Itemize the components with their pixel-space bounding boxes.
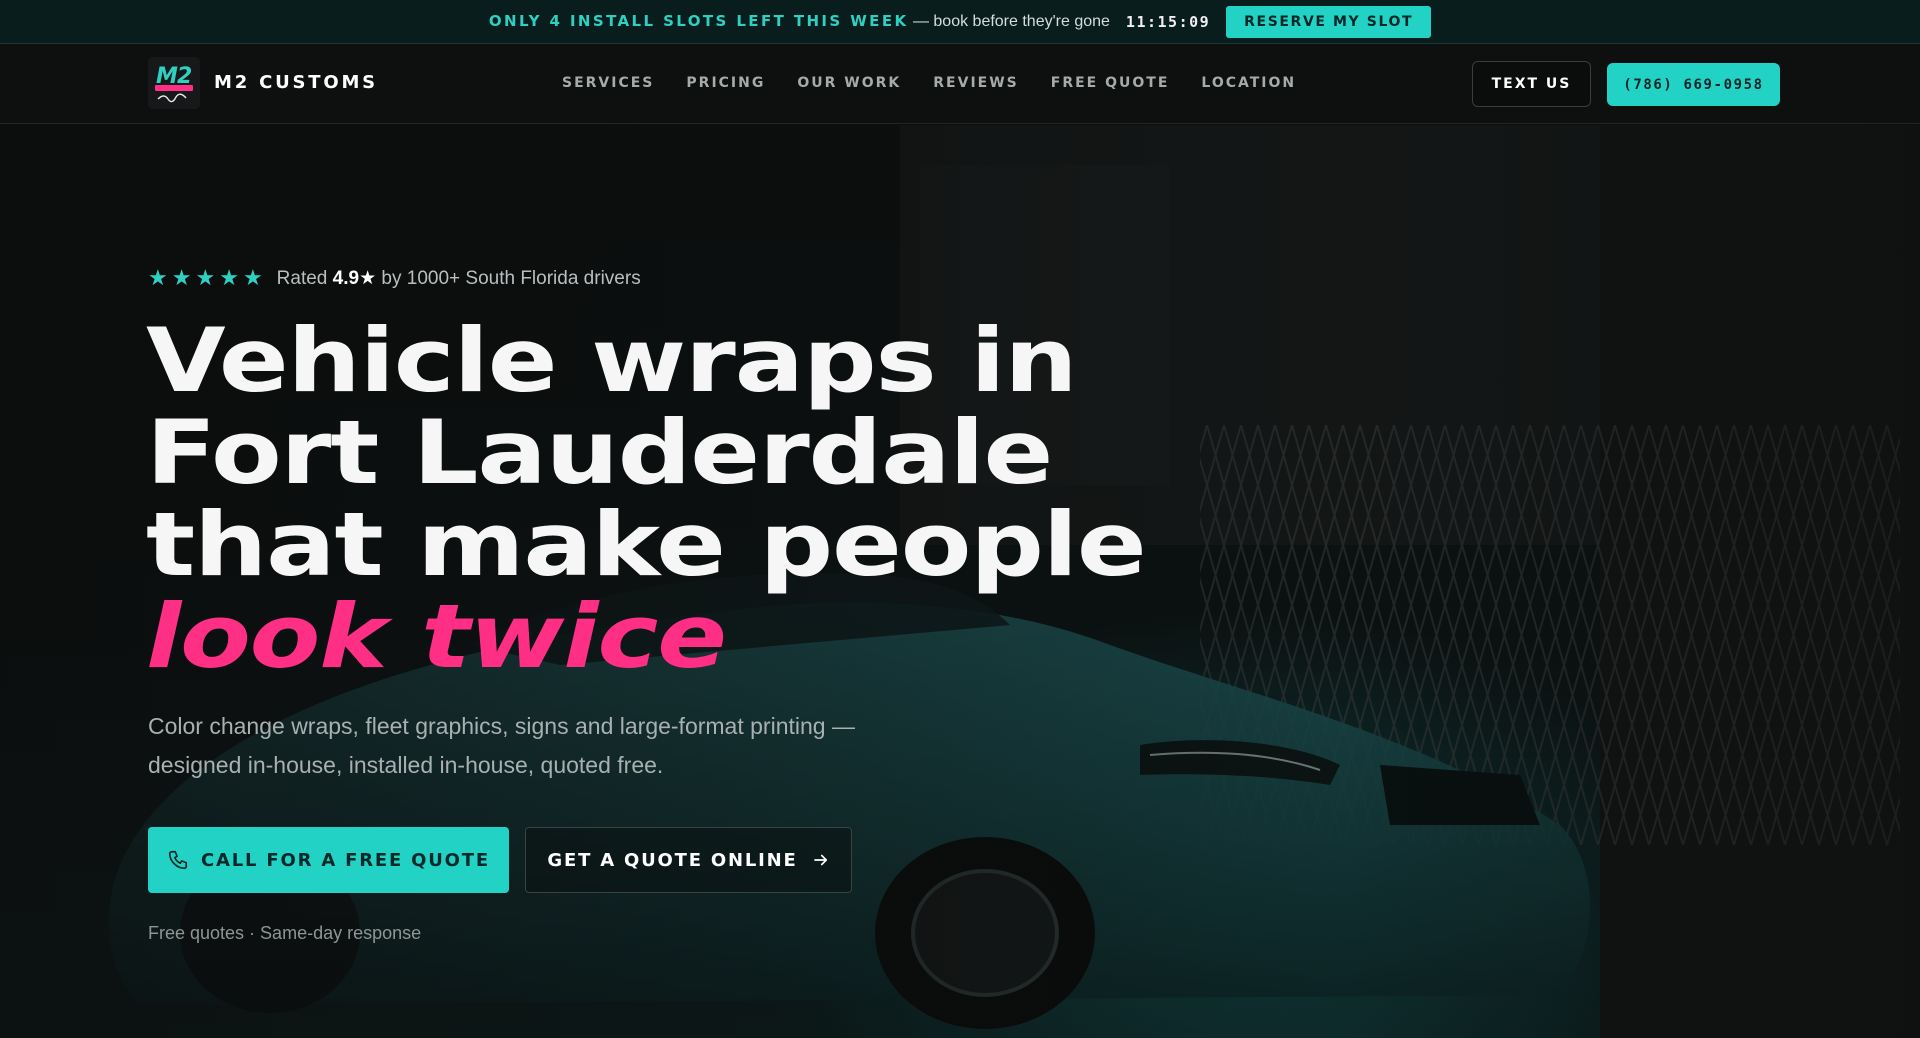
call-for-quote-label: CALL FOR A FREE QUOTE — [201, 849, 490, 871]
m2-customs-logo-icon: M 2 — [148, 57, 200, 109]
get-quote-online-button[interactable]: GET A QUOTE ONLINE — [525, 827, 852, 893]
star-rating: ★ ★ ★ ★ ★ — [148, 265, 263, 291]
hero-footnote: Free quotes · Same-day response — [148, 923, 422, 943]
rating-score: 4.9 — [332, 268, 360, 289]
hero-section: ★ ★ ★ ★ ★ Rated 4.9★ by 1000+ South Flor… — [0, 125, 1920, 1038]
star-icon: ★ — [219, 265, 239, 291]
headline-line: Vehicle wraps in — [146, 309, 1078, 412]
headline-line: that make people — [146, 493, 1147, 596]
rating-score-star-icon: ★ — [359, 267, 377, 289]
hero-subcopy: Color change wraps, fleet graphics, sign… — [148, 713, 855, 778]
headline-line: Fort Lauderdale — [146, 401, 1053, 504]
site-header: M 2 M2 CUSTOMS SERVICES PRICING OUR WORK… — [0, 44, 1920, 124]
call-for-quote-button[interactable]: CALL FOR A FREE QUOTE — [148, 827, 509, 893]
star-icon: ★ — [148, 265, 168, 291]
promo-bar: ONLY 4 INSTALL SLOTS LEFT THIS WEEK — bo… — [0, 0, 1920, 44]
get-quote-online-label: GET A QUOTE ONLINE — [547, 849, 798, 871]
rating-text: Rated 4.9★ by 1000+ South Florida driver… — [277, 267, 641, 290]
headline-accent: look twice — [146, 585, 727, 688]
nav-item-reviews[interactable]: REVIEWS — [933, 75, 1018, 91]
logo[interactable]: M 2 — [148, 57, 200, 109]
arrow-right-icon — [813, 854, 827, 866]
nav-item-our-work[interactable]: OUR WORK — [797, 75, 901, 91]
main-nav: SERVICES PRICING OUR WORK REVIEWS FREE Q… — [562, 75, 1296, 91]
promo-subtext: — book before they're gone — [912, 13, 1110, 30]
rating-row: ★ ★ ★ ★ ★ Rated 4.9★ by 1000+ South Flor… — [148, 267, 641, 290]
text-us-button[interactable]: TEXT US — [1472, 61, 1591, 107]
star-icon: ★ — [242, 265, 263, 291]
countdown-timer: 11:15:09 — [1125, 12, 1211, 31]
rating-suffix: by 1000+ South Florida drivers — [381, 268, 641, 289]
nav-item-location[interactable]: LOCATION — [1201, 75, 1296, 91]
promo-message: ONLY 4 INSTALL SLOTS LEFT THIS WEEK — bo… — [489, 12, 1110, 31]
hero-headline: Vehicle wraps in Fort Lauderdale that ma… — [146, 315, 1316, 683]
brand-name[interactable]: M2 CUSTOMS — [214, 72, 378, 93]
nav-item-pricing[interactable]: PRICING — [686, 75, 765, 91]
star-icon: ★ — [195, 265, 216, 291]
reserve-slot-button[interactable]: RESERVE MY SLOT — [1226, 5, 1432, 38]
phone-icon — [168, 850, 188, 870]
nav-item-services[interactable]: SERVICES — [562, 75, 654, 91]
rating-prefix: Rated — [276, 268, 328, 289]
phone-button[interactable]: (786) 669-0958 — [1607, 63, 1780, 106]
nav-item-free-quote[interactable]: FREE QUOTE — [1051, 75, 1170, 91]
promo-headline: ONLY 4 INSTALL SLOTS LEFT THIS WEEK — [488, 12, 909, 30]
star-icon: ★ — [171, 265, 192, 291]
